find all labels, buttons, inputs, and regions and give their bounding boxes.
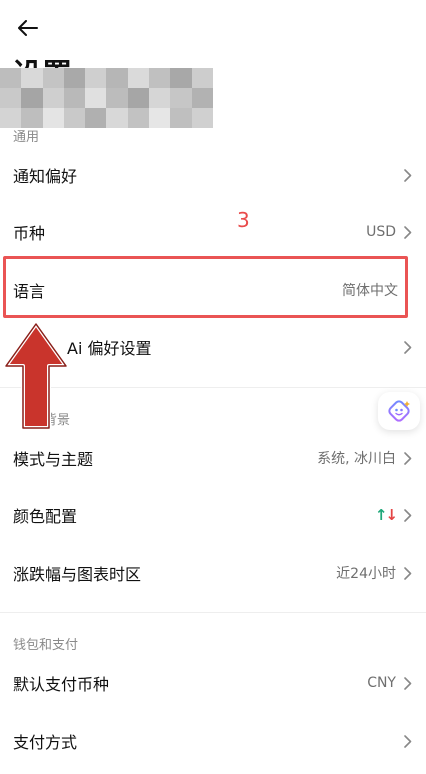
chevron-right-icon: [404, 225, 414, 239]
back-button[interactable]: [14, 14, 42, 42]
section-label-general: 通用: [13, 130, 40, 145]
settings-item-label: 通知偏好: [13, 167, 78, 186]
chevron-right-icon: [404, 168, 414, 182]
settings-item-label: 涨跌幅与图表时区: [13, 565, 142, 584]
chevron-right-icon: [404, 734, 414, 748]
step-number: 3: [237, 208, 250, 232]
up-down-arrows-icon: ↑↓: [374, 506, 398, 524]
timezone-value: 近24小时: [336, 566, 396, 582]
up-arrow-annotation-icon: [4, 322, 68, 430]
currency-value: USD: [366, 224, 396, 240]
settings-item-default-payment-currency[interactable]: 默认支付币种 CNY: [0, 655, 426, 711]
redaction-mosaic: [0, 68, 213, 128]
section-divider: [0, 612, 426, 613]
ai-sparkle-icon: [388, 400, 410, 422]
settings-page: 设置 通用 通知偏好 币种 USD 语言 简体中文 Ai 偏好设置: [0, 0, 426, 774]
settings-item-notifications[interactable]: 通知偏好: [0, 147, 426, 203]
payment-currency-value: CNY: [367, 675, 396, 691]
settings-item-mode-theme[interactable]: 模式与主题 系统, 冰川白: [0, 430, 426, 486]
settings-item-label: 币种: [13, 224, 46, 243]
settings-item-currency[interactable]: 币种 USD: [0, 204, 426, 260]
settings-item-label: 默认支付币种: [13, 675, 110, 694]
chevron-right-icon: [404, 451, 414, 465]
settings-item-payment-methods[interactable]: 支付方式: [0, 713, 426, 769]
settings-item-change-timezone[interactable]: 涨跌幅与图表时区 近24小时: [0, 545, 426, 601]
chevron-right-icon: [404, 566, 414, 580]
page-title-area: 设置: [0, 58, 215, 130]
settings-item-color-scheme[interactable]: 颜色配置 ↑↓: [0, 487, 426, 543]
arrow-left-icon: [18, 20, 38, 36]
chevron-right-icon: [404, 340, 414, 354]
highlight-box: [3, 256, 408, 318]
settings-item-label: 支付方式: [13, 733, 78, 752]
chevron-right-icon: [404, 508, 414, 522]
theme-value: 系统, 冰川白: [317, 451, 396, 467]
settings-item-label: 颜色配置: [13, 507, 78, 526]
section-label-wallet: 钱包和支付: [13, 638, 79, 653]
ai-assistant-button[interactable]: [378, 392, 420, 430]
settings-item-label: 模式与主题: [13, 450, 94, 469]
chevron-right-icon: [404, 676, 414, 690]
